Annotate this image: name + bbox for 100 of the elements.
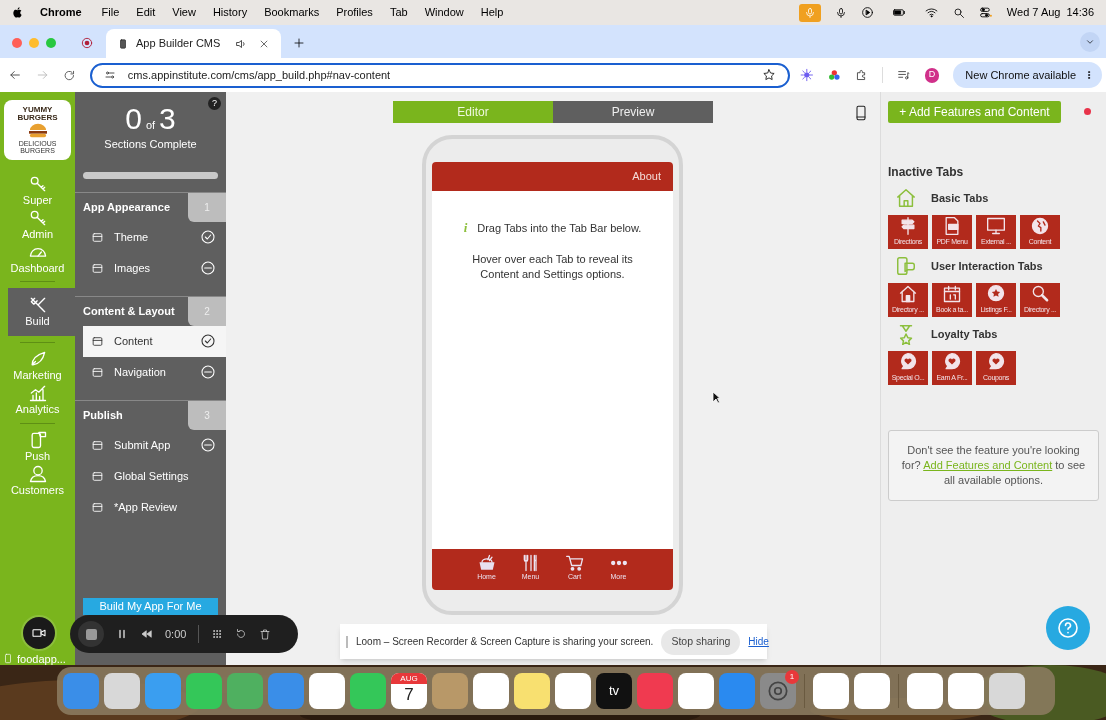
heart-bubble-icon (898, 352, 918, 372)
house-icon (898, 284, 918, 304)
menu-app-name[interactable]: Chrome (40, 4, 82, 21)
grid-dots-icon (211, 628, 224, 640)
phone-icon (118, 37, 128, 50)
menubar-entry[interactable]: Bookmarks (264, 4, 320, 21)
section-item[interactable]: Submit App (83, 429, 226, 461)
app-icon[interactable] (104, 673, 140, 709)
menubar-entry[interactable]: Tab (389, 4, 408, 21)
app-icon[interactable] (309, 673, 345, 709)
house-icon (895, 187, 917, 209)
bookmark-star-icon (762, 68, 777, 82)
settings-app-icon[interactable]: 1 (760, 673, 796, 709)
restart-icon (235, 628, 248, 640)
calendar-app-icon[interactable]: AUG 7 (391, 673, 427, 709)
editor-mode-tab[interactable]: Preview (553, 101, 713, 123)
app-icon[interactable] (555, 673, 591, 709)
section-item[interactable]: Content (83, 325, 226, 357)
color-wheel-icon[interactable] (827, 68, 841, 82)
app-icon[interactable] (473, 673, 509, 709)
help-icon[interactable]: ? (208, 97, 221, 110)
search-icon (952, 6, 965, 19)
microphone-icon (803, 6, 816, 19)
logo-title: YUMMY BURGERS (16, 106, 59, 122)
section-title: Publish (82, 407, 124, 423)
record-icon (80, 36, 94, 50)
menubar-entry[interactable]: File (101, 4, 120, 21)
profile-avatar[interactable]: D (924, 67, 940, 83)
url-text: cms.appinstitute.com/cms/app_build.php#nav-content (127, 67, 392, 83)
app-icon[interactable] (186, 673, 222, 709)
site-settings-icon (103, 69, 116, 81)
star-badge-icon (986, 284, 1006, 304)
tab-list-button[interactable] (1080, 32, 1100, 52)
chevron-down-icon (1085, 37, 1095, 47)
total-count: 3 (159, 104, 176, 134)
stop-sharing-button[interactable]: Stop sharing (661, 628, 741, 655)
address-bar[interactable]: cms.appinstitute.com/cms/app_build.php#nav-content (89, 62, 791, 88)
info-icon: i (463, 218, 468, 238)
section-item[interactable]: Global Settings (83, 460, 226, 492)
app-icon[interactable] (907, 673, 943, 709)
update-chrome-button[interactable]: New Chrome available (953, 62, 1103, 88)
play-circle-icon (860, 6, 874, 19)
menubar-entry[interactable]: Window (424, 4, 464, 21)
app-icon[interactable] (989, 673, 1025, 709)
menu-date[interactable]: Wed 7 Aug (1006, 4, 1061, 21)
tab-group-title: User Interaction Tabs (931, 258, 1043, 274)
rewind-icon (140, 628, 153, 640)
trash-icon (259, 627, 272, 641)
app-icon[interactable] (854, 673, 890, 709)
search-icon (1030, 284, 1050, 304)
wifi-icon (923, 6, 939, 19)
globe-icon (1030, 216, 1050, 236)
app-icon[interactable] (678, 673, 714, 709)
microphone-indicator[interactable] (798, 3, 821, 22)
reload-icon (63, 68, 76, 82)
pause-icon (116, 628, 128, 640)
section-title: App Appearance (82, 199, 171, 215)
recording-time: 0:00 (165, 626, 187, 642)
forward-icon (35, 68, 50, 82)
menubar-entry[interactable]: History (212, 4, 248, 21)
app-icon[interactable] (514, 673, 550, 709)
section-title: Content & Layout (82, 303, 176, 319)
extension-star-icon (800, 68, 814, 82)
tv-app-icon[interactable]: tv (596, 673, 632, 709)
info-text: Drag Tabs into the Tab Bar below. (477, 220, 642, 236)
heart-bubble-icon (942, 352, 962, 372)
burger-icon (26, 122, 49, 140)
apple-icon[interactable] (12, 6, 24, 19)
control-center-icon (978, 6, 993, 19)
browser-tab[interactable]: App Builder CMS (106, 29, 281, 58)
stop-recording-button[interactable] (78, 621, 104, 647)
cart-icon (564, 553, 585, 573)
section-icon (91, 500, 104, 514)
section-item[interactable]: Theme (83, 221, 226, 253)
monitor-icon (986, 216, 1006, 236)
section-item[interactable]: Navigation (83, 356, 226, 388)
nav-rail-item[interactable]: Build (8, 288, 75, 337)
section-icon (91, 261, 104, 275)
menubar-entry[interactable]: View (172, 4, 196, 21)
drag-handle-icon[interactable] (346, 635, 348, 648)
tab-title: App Builder CMS (136, 36, 222, 52)
menubar-entry[interactable]: Edit (136, 4, 156, 21)
calendar-icon (942, 284, 962, 304)
help-chat-button[interactable] (1046, 606, 1090, 650)
app-icon[interactable] (350, 673, 386, 709)
app-icon[interactable] (948, 673, 984, 709)
menu-time[interactable]: 14:36 (1066, 4, 1094, 21)
microphone-icon (834, 6, 847, 19)
menubar-entry[interactable]: Profiles (336, 4, 373, 21)
progress-label: Sections Complete (103, 137, 198, 152)
section-item[interactable]: *App Review (83, 491, 226, 523)
section-icon (91, 438, 104, 452)
new-tab-icon (293, 37, 305, 49)
section-icon (91, 469, 104, 483)
app-icon[interactable] (813, 673, 849, 709)
hide-link[interactable]: Hide (748, 634, 769, 649)
section-item[interactable]: Images (83, 252, 226, 284)
menubar-entry[interactable]: Help (480, 4, 504, 21)
section-icon (91, 365, 104, 379)
question-icon (1056, 616, 1080, 640)
